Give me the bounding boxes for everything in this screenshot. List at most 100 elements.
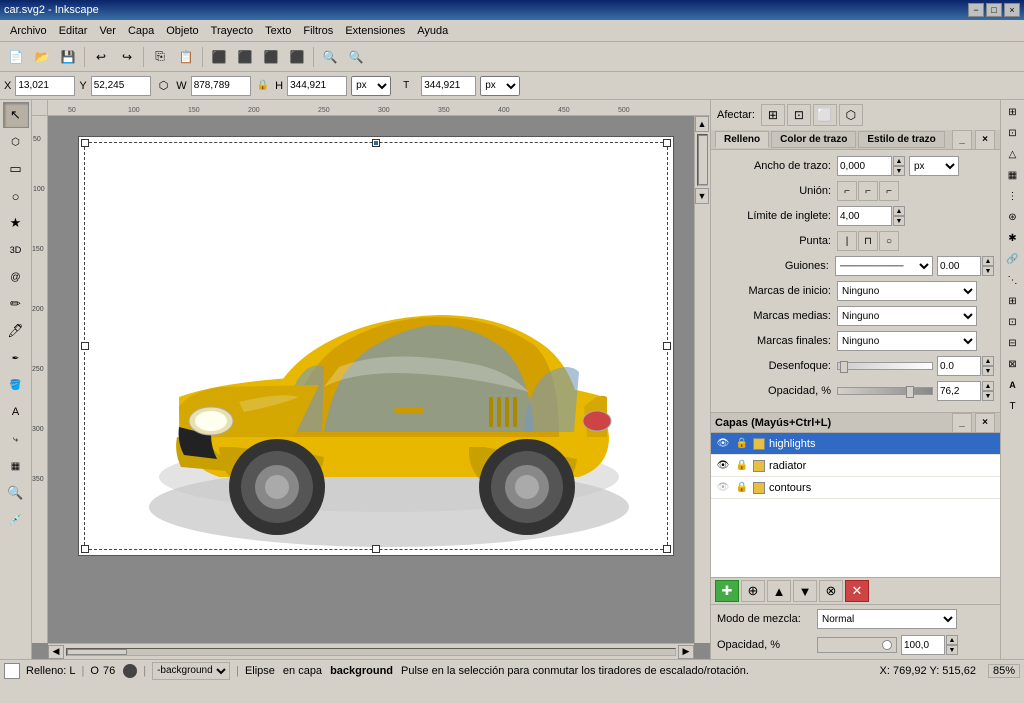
tab-color[interactable]: Color de trazo xyxy=(771,131,856,148)
layer-add-btn[interactable]: ✚ xyxy=(715,580,739,602)
layer-eye-highlights[interactable]: 👁 xyxy=(715,436,731,452)
end-marks-select[interactable]: Ninguno xyxy=(837,331,977,351)
rect-tool[interactable]: ▭ xyxy=(3,156,29,182)
opacity-up[interactable]: ▲ xyxy=(982,381,994,391)
limit-down[interactable]: ▼ xyxy=(893,216,905,226)
union-btn-1[interactable]: ⌐ xyxy=(837,181,857,201)
ri-snap-3[interactable]: ⊟ xyxy=(1003,333,1023,353)
pen-tool[interactable]: 🖊 xyxy=(3,318,29,344)
scrollbar-thumb-h[interactable] xyxy=(67,649,127,655)
ri-btn-6[interactable]: ⊛ xyxy=(1003,207,1023,227)
menu-item-ayuda[interactable]: Ayuda xyxy=(411,23,454,39)
blur-thumb[interactable] xyxy=(840,361,848,373)
afectar-btn-2[interactable]: ⊡ xyxy=(787,104,811,126)
maximize-button[interactable]: □ xyxy=(986,3,1002,17)
tip-btn-1[interactable]: | xyxy=(837,231,857,251)
mid-marks-select[interactable]: Ninguno xyxy=(837,306,977,326)
ri-snap-1[interactable]: ⊞ xyxy=(1003,291,1023,311)
menu-item-objeto[interactable]: Objeto xyxy=(160,23,204,39)
tip-btn-2[interactable]: ⊓ xyxy=(858,231,878,251)
stroke-width-input[interactable] xyxy=(837,156,892,176)
layer-del-btn[interactable]: ⊗ xyxy=(819,580,843,602)
ri-btn-9[interactable]: ⋱ xyxy=(1003,270,1023,290)
limit-input[interactable] xyxy=(837,206,892,226)
layer-opacity-thumb[interactable] xyxy=(882,640,892,650)
blur-slider[interactable] xyxy=(837,362,933,370)
spiral-tool[interactable]: @ xyxy=(3,264,29,290)
layer-lock-highlights[interactable]: 🔒 xyxy=(734,436,750,452)
vertical-scrollbar[interactable]: ▲ ▼ xyxy=(694,116,710,643)
layer-opacity-input[interactable] xyxy=(901,635,945,655)
stroke-unit-select[interactable]: px mm xyxy=(909,156,959,176)
scroll-down-btn[interactable]: ▼ xyxy=(695,188,709,204)
y-input[interactable] xyxy=(91,76,151,96)
calligraphy-tool[interactable]: ✒ xyxy=(3,345,29,371)
layer-item-radiator[interactable]: 👁 🔒 radiator xyxy=(711,455,1000,477)
undo-button[interactable]: ↩ xyxy=(89,45,113,69)
scroll-right-btn[interactable]: ▶ xyxy=(678,645,694,659)
layer-eye-radiator[interactable]: 👁 xyxy=(715,458,731,474)
ri-btn-bottom[interactable]: T xyxy=(1003,396,1023,416)
pencil-tool[interactable]: ✏ xyxy=(3,291,29,317)
save-button[interactable]: 💾 xyxy=(56,45,80,69)
minimize-button[interactable]: − xyxy=(968,3,984,17)
layer-opacity-down[interactable]: ▼ xyxy=(946,645,958,655)
menu-item-archivo[interactable]: Archivo xyxy=(4,23,53,39)
canvas-content[interactable] xyxy=(48,116,694,643)
dashes-down[interactable]: ▼ xyxy=(982,266,994,276)
stroke-width-up[interactable]: ▲ xyxy=(893,156,905,166)
canvas-area[interactable]: 50 100 150 200 250 300 350 400 450 500 5… xyxy=(32,100,710,659)
afectar-btn-4[interactable]: ⬡ xyxy=(839,104,863,126)
ri-snap-4[interactable]: ⊠ xyxy=(1003,354,1023,374)
layer-down-btn[interactable]: ▼ xyxy=(793,580,817,602)
layer-item-contours[interactable]: 👁 🔒 contours xyxy=(711,477,1000,499)
menu-item-trayecto[interactable]: Trayecto xyxy=(205,23,259,39)
blur-up[interactable]: ▲ xyxy=(982,356,994,366)
ri-snap-2[interactable]: ⊡ xyxy=(1003,312,1023,332)
stroke-width-down[interactable]: ▼ xyxy=(893,166,905,176)
layer-dup-btn[interactable]: ⊕ xyxy=(741,580,765,602)
node-tool[interactable]: ⬡ xyxy=(3,129,29,155)
panel-close[interactable]: × xyxy=(975,130,995,150)
scrollbar-thumb-v[interactable] xyxy=(698,135,708,185)
tip-btn-3[interactable]: ○ xyxy=(879,231,899,251)
zoom-out-button[interactable]: 🔍 xyxy=(344,45,368,69)
text-tool[interactable]: A xyxy=(3,399,29,425)
gradient-tool[interactable]: ▦ xyxy=(3,453,29,479)
zoom-in-button[interactable]: 🔍 xyxy=(318,45,342,69)
blur-down[interactable]: ▼ xyxy=(982,366,994,376)
ri-btn-5[interactable]: ⋮ xyxy=(1003,186,1023,206)
paste-button[interactable]: 📋 xyxy=(174,45,198,69)
dashes-offset[interactable] xyxy=(937,256,981,276)
close-button[interactable]: × xyxy=(1004,3,1020,17)
ri-btn-8[interactable]: 🔗 xyxy=(1003,249,1023,269)
x-input[interactable] xyxy=(15,76,75,96)
opacity-thumb[interactable] xyxy=(906,386,914,398)
align-right-button[interactable]: ⬛ xyxy=(259,45,283,69)
h-input[interactable] xyxy=(287,76,347,96)
ri-btn-1[interactable]: ⊞ xyxy=(1003,102,1023,122)
opacity-slider[interactable] xyxy=(837,387,933,395)
layer-select[interactable]: -background highlights radiator contours xyxy=(152,662,230,680)
menu-item-ver[interactable]: Ver xyxy=(93,23,122,39)
panel-minimize[interactable]: _ xyxy=(952,130,972,150)
ri-btn-text[interactable]: A xyxy=(1003,375,1023,395)
opacity-value-input[interactable] xyxy=(937,381,981,401)
layer-up-btn[interactable]: ▲ xyxy=(767,580,791,602)
redo-button[interactable]: ↪ xyxy=(115,45,139,69)
layer-lock-contours[interactable]: 🔒 xyxy=(734,480,750,496)
bucket-tool[interactable]: 🪣 xyxy=(3,372,29,398)
align-center-button[interactable]: ⬛ xyxy=(233,45,257,69)
ri-btn-4[interactable]: ▦ xyxy=(1003,165,1023,185)
dashes-up[interactable]: ▲ xyxy=(982,256,994,266)
afectar-btn-3[interactable]: ⬜ xyxy=(813,104,837,126)
dashes-select[interactable]: ───────── - - - - - xyxy=(835,256,933,276)
union-btn-2[interactable]: ⌐ xyxy=(858,181,878,201)
layers-close[interactable]: × xyxy=(975,413,995,433)
zoom-tool[interactable]: 🔍 xyxy=(3,480,29,506)
connector-tool[interactable]: ⤷ xyxy=(3,426,29,452)
layer-lock-radiator[interactable]: 🔒 xyxy=(734,458,750,474)
layer-remove-btn[interactable]: ✕ xyxy=(845,580,869,602)
copy-button[interactable]: ⎘ xyxy=(148,45,172,69)
eyedropper-tool[interactable]: 💉 xyxy=(3,507,29,533)
